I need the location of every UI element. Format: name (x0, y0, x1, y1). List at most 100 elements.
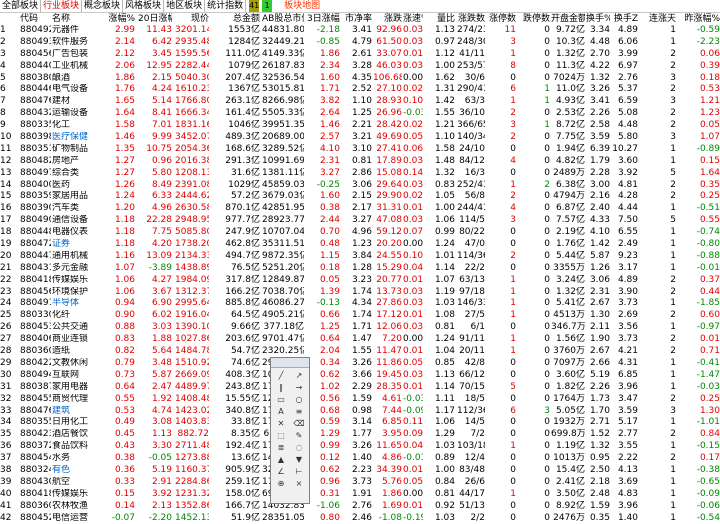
column-header[interactable]: 20日涨幅% (138, 13, 172, 25)
volume-ratio: 1.00 (434, 464, 455, 475)
close-tool-icon[interactable]: × (290, 478, 308, 490)
column-header[interactable]: 开盘金额 (551, 13, 585, 25)
table-row[interactable]: 32880455商贸代理0.551.921408.4815.55亿1216.22… (0, 394, 720, 406)
table-row[interactable]: 8 880432 运输设备 1.64 8.41 1666.34 161.4亿 5505.33亿… (0, 108, 720, 120)
column-header[interactable]: 涨停数 (486, 13, 516, 25)
table-row[interactable]: 24 880491 半导体 0.94 6.90 2995.64 885.8亿 46086.27… (0, 298, 720, 310)
column-header[interactable]: 连涨天 (640, 13, 676, 25)
table-row[interactable]: 22 880418 传媒娱乐 1.06 4.27 1984.09 317.8亿 12849.8… (0, 275, 720, 287)
tab-concept-sectors[interactable]: 概念板块 (82, 0, 124, 12)
table-row[interactable]: 17 880490 通信设备 1.18 22.28 2948.95 977.7亿 28923.… (0, 215, 720, 227)
column-header[interactable]: 名称 (52, 13, 94, 25)
table-row[interactable]: 25 880330 化纤 0.90 6.02 1916.04 64.5亿 4905.21亿 0.… (0, 310, 720, 322)
table-row[interactable]: 29880422文教休闲0.793.481510.9274.6亿2920.70亿… (0, 358, 720, 370)
sector-code: 880494 (20, 369, 51, 380)
table-row[interactable]: 3 880456 广告包装 2.12 3.45 1595.56 111.0亿 4149.33亿… (0, 49, 720, 61)
column-header[interactable]: 昨涨幅% (680, 13, 720, 25)
table-row[interactable]: 40880418传媒娱乐0.153.921231.32158.0亿6941.93… (0, 489, 720, 501)
table-row[interactable]: 18 880448 电器仪表 1.18 7.75 5085.80 247.9亿 10707.0… (0, 227, 720, 239)
column-header[interactable]: 涨速% (403, 13, 423, 25)
row-index: 29 (0, 357, 12, 368)
table-row[interactable]: 23 880456 环境保护 1.06 3.67 1312.37 166.2亿 7038.70… (0, 287, 720, 299)
table-row[interactable]: 35880423酒店餐饮0.451.13882.728.35亿619.80亿1.… (0, 429, 720, 441)
pen-tool-icon[interactable]: ✎ (290, 430, 308, 442)
table-row[interactable]: 30880494互联网0.735.872669.09408.3亿10292.15… (0, 370, 720, 382)
text-tool-icon[interactable]: A (272, 406, 290, 418)
tab-region-sectors[interactable]: 地区板块 (164, 0, 206, 12)
zoom-tool-icon[interactable]: ⊕ (272, 478, 290, 490)
table-row[interactable]: 7 880476 建材 1.65 5.14 1766.80 263.1亿 8266.98亿 3.… (0, 96, 720, 108)
table-row[interactable]: 1 880492元器件 2.99 11.433201.14 1553亿44831.80亿… (0, 25, 720, 37)
mark-up-tool-icon[interactable]: ▲ (272, 454, 290, 466)
column-header[interactable]: 3日涨幅% (307, 13, 340, 25)
column-header[interactable]: 换手Z (612, 13, 638, 25)
cycle-tool-icon[interactable]: ◌ (290, 442, 308, 454)
table-row[interactable]: 12 880482 房地产 1.27 0.96 2016.38 291.3亿 10991.69… (0, 156, 720, 168)
tab-style-sectors[interactable]: 风格板块 (123, 0, 165, 12)
table-row[interactable]: 38880324有色0.365.191160.37905.9亿32178.01亿… (0, 465, 720, 477)
table-row[interactable]: 11 880351 矿物制品 1.35 10.75 2054.36 168.6亿 3289.5… (0, 144, 720, 156)
tab-stat-index[interactable]: 统计指数 (205, 0, 247, 12)
ruler-tool-icon[interactable]: ⊢ (290, 466, 308, 478)
circle-tool-icon[interactable]: ○ (290, 394, 308, 406)
mark-down-tool-icon[interactable]: ▼ (290, 454, 308, 466)
parallel-tool-icon[interactable]: ∥ (272, 382, 290, 394)
column-header[interactable]: 量比 (423, 13, 455, 25)
table-row[interactable]: 20 880447 通用机械 1.16 13.09 2134.33 494.7亿 9872.3… (0, 251, 720, 263)
column-header[interactable]: 涨跌数 (457, 13, 485, 25)
column-header[interactable]: 总金额 (212, 13, 260, 25)
table-row[interactable]: 28 880360 造纸 0.82 5.64 1484.78 54.7亿 2320.25亿 2.… (0, 346, 720, 358)
angle-tool-icon[interactable]: ∠ (272, 466, 290, 478)
delete-tool-icon[interactable]: ⌫ (290, 418, 308, 430)
select-tool-icon[interactable]: ⬚ (272, 430, 290, 442)
table-row[interactable]: 19 880472证券 1.18 4.201738.20 462.8亿35311.51亿… (0, 239, 720, 251)
table-row[interactable]: 6 880446电气设备 1.76 4.241610.23 1367亿53015.81亿… (0, 84, 720, 96)
column-header[interactable]: 现价 (175, 13, 209, 25)
rect-tool-icon[interactable]: ▭ (272, 394, 290, 406)
prev-change: 0.71 (699, 346, 720, 357)
channel-tool-icon[interactable]: ≣ (272, 442, 290, 454)
table-row[interactable]: 14 880400医药 1.26 8.492391.08 1029亿45859.03亿 -… (0, 180, 720, 192)
table-row[interactable]: 15 880359 家居用品 1.24 6.33 2444.62 57.2亿 3679.03亿… (0, 191, 720, 203)
ray-tool-icon[interactable]: ↗ (290, 370, 308, 382)
gann-tool-icon[interactable]: ✕ (272, 418, 290, 430)
table-row[interactable]: 26 880453 公共交通 0.88 3.03 1390.10 9.66亿 377.18亿 1… (0, 322, 720, 334)
column-header[interactable]: 跌停数 (518, 13, 550, 25)
table-row[interactable]: 21 880431 多元金融 1.07 -3.89 1438.89 76.5亿 5251.20… (0, 263, 720, 275)
pb-ratio: 4.34 (351, 298, 372, 309)
column-header[interactable]: 涨跌 (373, 13, 402, 25)
volume-ratio: 1.08 (434, 310, 455, 321)
table-row[interactable]: 13 880497 综合类 1.27 5.80 1208.13 31.6亿 1381.11亿 3… (0, 168, 720, 180)
table-row[interactable]: 16 880390 汽车类 1.20 4.96 2630.58 870.1亿 42851.95… (0, 203, 720, 215)
table-row[interactable]: 31880387家用电器0.642.474489.97243.8亿17806.0… (0, 382, 720, 394)
drawing-toolbar-titlebar[interactable] (271, 358, 309, 368)
tab-sector-map[interactable]: 板块地图 (282, 0, 322, 12)
table-row[interactable]: 2 880493软件服务 2.14 6.422935.48 1284亿32449.21亿… (0, 37, 720, 49)
column-header[interactable]: 市净率 (343, 13, 372, 25)
fib-tool-icon[interactable]: ≡ (290, 406, 308, 418)
column-header[interactable]: 涨幅% (97, 13, 135, 25)
price: 3452.07 (175, 132, 209, 143)
table-row[interactable]: 41 880360 农林牧渔 0.14 2.13 1352.86 166.7亿 14032.8… (0, 501, 720, 513)
table-row[interactable]: 10 880398 医疗保健 1.46 9.99 3452.07 489.3亿 20689.0… (0, 132, 720, 144)
table-row[interactable]: 34880355日用化工0.493.081403.8333.8亿1766.90亿… (0, 417, 720, 429)
table-row[interactable]: 33880476建筑0.534.741423.02340.8亿17005.88亿… (0, 406, 720, 418)
table-row[interactable]: 39880430航空0.332.912284.86259.1亿11236.29亿… (0, 477, 720, 489)
table-row[interactable]: 4 880440 工业机械 2.06 12.95 2282.44 1079亿 26187.83… (0, 61, 720, 73)
column-header[interactable]: 代码 (20, 13, 51, 25)
column-header[interactable]: AB股总市值 (262, 13, 304, 25)
table-row[interactable]: 36880372食品饮料0.433.302711.48192.4亿17101.9… (0, 441, 720, 453)
table-row[interactable]: 9 880335化工 1.58 7.011831.16 1046亿39951.35亿 1.… (0, 120, 720, 132)
table-row[interactable]: 27 880406 商业连锁 0.83 1.88 1027.86 203.6亿 9701.47… (0, 334, 720, 346)
column-header[interactable]: 换手% (586, 13, 610, 25)
line-tool-icon[interactable]: ╱ (272, 370, 290, 382)
open-amount: 1.32亿 (555, 48, 585, 59)
tab-all-sectors[interactable]: 全部板块 (0, 0, 42, 12)
prev-change: 1.21 (699, 96, 720, 107)
table-row[interactable]: 42 880452 电信运营 -0.07 -2.20 1452.13 51.9亿 28351.… (0, 513, 720, 524)
drawing-toolbar[interactable]: ╱ ↗ ∥ → ▭ ○ A ≡ ✕ ⌫ ⬚ ✎ ≣ ◌ ▲ ▼ ∠ ⊢ ⊕ × (270, 357, 310, 504)
table-row[interactable]: 5 880380酿酒 1.86 2.155040.30 207.4亿32536.54亿 1… (0, 73, 720, 85)
tab-industry-sectors[interactable]: 行业板块 (41, 0, 83, 12)
table-row[interactable]: 37880454水务0.38-0.051273.8813.6亿1436.38亿0… (0, 453, 720, 465)
arrow-tool-icon[interactable]: → (290, 382, 308, 394)
